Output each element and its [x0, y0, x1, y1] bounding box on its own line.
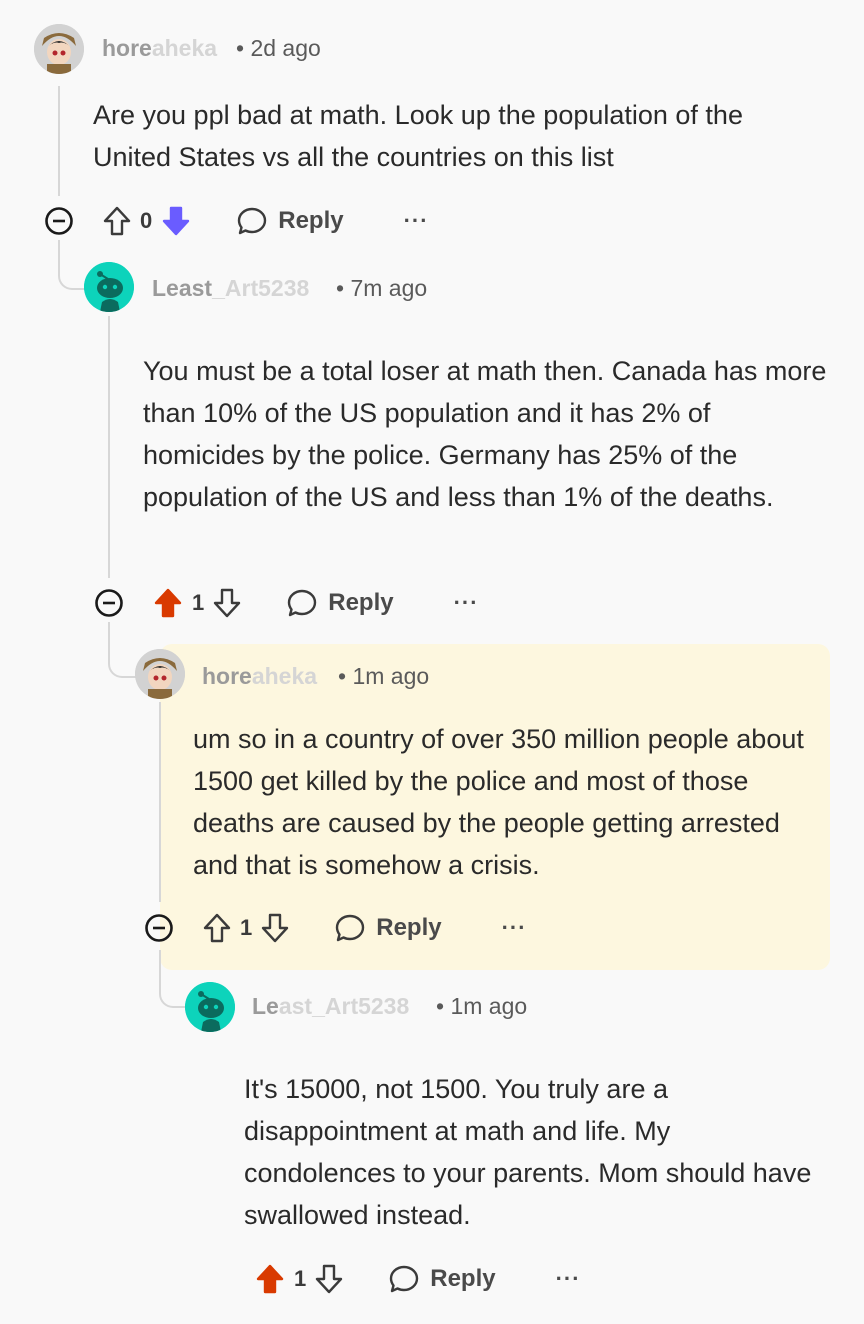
more-options-button[interactable]: ···	[404, 208, 429, 234]
comment-body: It's 15000, not 1500. You truly are a di…	[244, 1074, 812, 1230]
downvote-icon[interactable]	[160, 205, 192, 237]
reply-button[interactable]: Reply	[328, 589, 393, 617]
username-visible: Le	[252, 993, 279, 1019]
downvote-icon[interactable]	[260, 912, 290, 944]
upvote-icon[interactable]	[254, 1263, 286, 1295]
anime-avatar[interactable]	[135, 649, 185, 699]
vote-count: 1	[240, 915, 253, 940]
thread-line-3	[159, 702, 161, 902]
collapse-icon[interactable]	[94, 588, 124, 618]
timestamp: • 1m ago	[436, 993, 528, 1019]
snoo-avatar[interactable]	[84, 262, 134, 312]
thread-line-2	[108, 316, 110, 578]
reply-button[interactable]: Reply	[278, 207, 343, 235]
vote-count: 1	[294, 1266, 307, 1291]
comment-body: You must be a total loser at math then. …	[143, 356, 827, 512]
upvote-icon[interactable]	[152, 587, 184, 619]
upvote-icon[interactable]	[102, 205, 132, 237]
timestamp: • 2d ago	[236, 35, 321, 61]
thread-elbow-1	[58, 240, 86, 290]
upvote-icon[interactable]	[202, 912, 232, 944]
comment-body: um so in a country of over 350 million p…	[193, 724, 804, 880]
more-options-button[interactable]: ···	[502, 915, 527, 941]
username-visible: hore	[102, 35, 152, 61]
action-row: 1 Reply ···	[94, 581, 479, 625]
username[interactable]: horeaheka	[102, 35, 217, 62]
username-blurred: aheka	[251, 663, 318, 689]
username-blurred: _Art5238	[212, 275, 310, 301]
comment-body: Are you ppl bad at math. Look up the pop…	[93, 100, 743, 172]
username-visible: hore	[202, 663, 252, 689]
more-options-button[interactable]: ···	[454, 590, 479, 616]
reply-bubble-icon[interactable]	[286, 587, 318, 619]
anime-avatar[interactable]	[34, 24, 84, 74]
reply-bubble-icon[interactable]	[334, 912, 366, 944]
collapse-icon[interactable]	[144, 913, 174, 943]
downvote-icon[interactable]	[212, 587, 242, 619]
timestamp: • 1m ago	[338, 663, 430, 689]
username-visible: Least	[152, 275, 213, 301]
username[interactable]: Least_Art5238	[252, 993, 409, 1020]
reply-button[interactable]: Reply	[430, 1265, 495, 1293]
thread-elbow-3	[159, 950, 187, 1008]
reply-bubble-icon[interactable]	[236, 205, 268, 237]
timestamp: • 7m ago	[336, 275, 428, 301]
action-row: 1 Reply ···	[144, 906, 527, 950]
action-row: 0 Reply ···	[44, 199, 429, 243]
vote-count: 0	[140, 208, 153, 233]
vote-count: 1	[192, 590, 205, 615]
username[interactable]: Least_Art5238	[152, 275, 309, 302]
collapse-icon[interactable]	[44, 206, 74, 236]
thread-line-1	[58, 86, 60, 196]
reply-bubble-icon[interactable]	[388, 1263, 420, 1295]
username-blurred: ast_Art5238	[278, 993, 410, 1019]
username[interactable]: horeaheka	[202, 663, 317, 690]
downvote-icon[interactable]	[314, 1263, 344, 1295]
action-row: 1 Reply ···	[254, 1257, 581, 1301]
thread-elbow-2	[108, 622, 136, 678]
snoo-avatar[interactable]	[185, 982, 235, 1032]
username-blurred: aheka	[151, 35, 218, 61]
reply-button[interactable]: Reply	[376, 914, 441, 942]
more-options-button[interactable]: ···	[556, 1266, 581, 1292]
